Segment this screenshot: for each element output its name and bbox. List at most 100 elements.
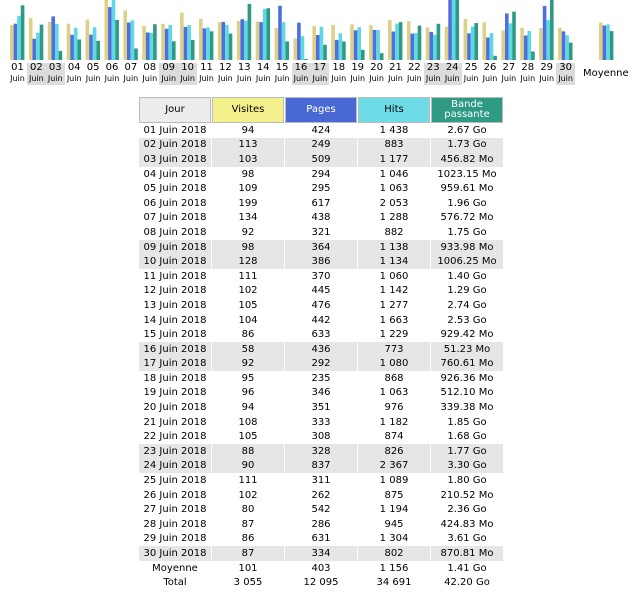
cell-bw: 926.36 Mo [440, 372, 494, 384]
day-label: 14 Juin [254, 63, 273, 85]
bar-visits [444, 26, 449, 60]
cell-visits: 108 [238, 416, 258, 428]
bar-visits [406, 21, 411, 61]
day-number: 02 [30, 62, 43, 73]
bar-visits [66, 23, 71, 60]
cell-visits: 109 [238, 183, 258, 195]
bar-bandwidth_mo [550, 0, 554, 60]
cell-bw: 456.82 Mo [431, 152, 503, 167]
cell-pages: 235 [311, 372, 331, 384]
bar-pages [353, 30, 358, 60]
bar-bandwidth_mo [247, 3, 252, 60]
bar-visits [501, 30, 505, 60]
day-month: Juin [425, 74, 441, 83]
table-row: 15 Juin 2018 86 633 1 229 929.42 Mo [139, 327, 503, 342]
bar-bandwidth_mo [417, 25, 422, 61]
cell-day: 18 Juin 2018 [143, 372, 207, 384]
cell-bw: 2.36 Go [447, 504, 487, 516]
day-label: 20 Juin [367, 63, 386, 85]
cell-bw: 929.42 Mo [440, 329, 494, 341]
table-header-row: Jour Visites Pages Hits Bande passante [139, 97, 503, 123]
bar-visits [199, 18, 203, 60]
bar-pages [127, 22, 131, 60]
bar-pages [51, 16, 55, 60]
bar-pages [278, 5, 282, 60]
bar-bandwidth_mo [172, 41, 176, 60]
day-label: 08 Juin [140, 63, 159, 85]
cell-visits: 128 [212, 254, 284, 269]
bar-hits [414, 33, 418, 60]
day-month: Juin [123, 74, 139, 83]
bar-hits [433, 34, 437, 60]
cell-visits: 92 [212, 356, 284, 372]
bar-pages [13, 23, 18, 60]
cell-bw: 1.68 Go [447, 431, 487, 443]
cell-visits: 86 [241, 329, 255, 341]
table-row: 26 Juin 2018 102 262 875 210.52 Mo [139, 488, 503, 503]
cell-pages: 262 [311, 489, 331, 501]
table-row-total: Total 3 055 12 095 34 691 42.20 Go [139, 575, 503, 590]
bar-pages [240, 19, 244, 60]
day-month: Juin [312, 74, 328, 83]
bar-bandwidth_mo [285, 41, 289, 60]
cell-visits: 96 [241, 387, 255, 399]
cell-day: 29 Juin 2018 [143, 533, 207, 545]
bar-bandwidth_mo [512, 11, 516, 60]
day-number: 18 [332, 62, 346, 73]
day-number: 27 [502, 62, 516, 73]
day-label: 28 Juin [518, 63, 537, 85]
bar-visits [293, 38, 298, 60]
cell-day: 06 Juin 2018 [143, 197, 207, 209]
bar-pages [183, 26, 188, 60]
bar-pages [297, 22, 301, 61]
day-month: Juin [501, 74, 517, 83]
day-label: 05 Juin [84, 63, 103, 85]
bar-visits [180, 12, 184, 61]
day-month: Juin [539, 74, 555, 83]
cell-day: 23 Juin 2018 [139, 444, 211, 459]
cell-visits: 98 [241, 168, 255, 180]
day-number: 10 [181, 62, 194, 73]
table-row: 03 Juin 2018 103 509 1 177 456.82 Mo [139, 152, 503, 167]
cell-day: 20 Juin 2018 [143, 402, 207, 414]
day-month: Juin [520, 74, 536, 83]
cell-pages: 442 [311, 314, 331, 326]
table-row: 18 Juin 2018 95 235 868 926.36 Mo [139, 371, 503, 386]
bar-pages [523, 35, 528, 60]
cell-day: 24 Juin 2018 [139, 458, 211, 474]
cell-hits: 1 182 [379, 416, 409, 428]
cell-hits: 1 438 [379, 124, 409, 136]
cell-pages: 386 [285, 254, 357, 269]
table-row: 08 Juin 2018 92 321 882 1.75 Go [139, 225, 503, 240]
cell-day: 15 Juin 2018 [143, 329, 207, 341]
cell-pages: 364 [285, 239, 357, 255]
day-number: 30 [559, 62, 572, 73]
day-number: 09 [162, 62, 176, 73]
average-cell-visits: 101 [238, 562, 258, 574]
cell-hits: 1 046 [379, 168, 409, 180]
cell-hits: 1 060 [379, 270, 409, 282]
day-month: Juin [558, 74, 573, 83]
cell-bw: 1023.15 Mo [437, 168, 497, 180]
cell-bw: 576.72 Mo [440, 212, 494, 224]
day-label: 09 Juin [159, 62, 179, 85]
bar-bandwidth_mo [342, 41, 346, 60]
day-month: Juin [274, 74, 290, 83]
cell-day: 27 Juin 2018 [143, 504, 207, 516]
bar-visits [312, 25, 316, 60]
cell-bw: 3.61 Go [447, 533, 487, 545]
bar-bandwidth_mo [115, 19, 119, 60]
cell-hits: 874 [384, 431, 404, 443]
cell-visits: 105 [238, 431, 258, 443]
bar-bandwidth_mo [379, 53, 384, 60]
day-month: Juin [482, 74, 498, 83]
table-row: 28 Juin 2018 87 286 945 424.83 Mo [139, 517, 503, 532]
day-month: Juin [407, 74, 422, 83]
cell-pages: 631 [311, 533, 331, 545]
bar-hits [527, 30, 532, 60]
cell-hits: 868 [384, 372, 404, 384]
day-month: Juin [199, 74, 214, 83]
bar-hits [281, 22, 286, 60]
bar-hits [149, 32, 154, 60]
table-row: 11 Juin 2018 111 370 1 060 1.40 Go [139, 269, 503, 284]
